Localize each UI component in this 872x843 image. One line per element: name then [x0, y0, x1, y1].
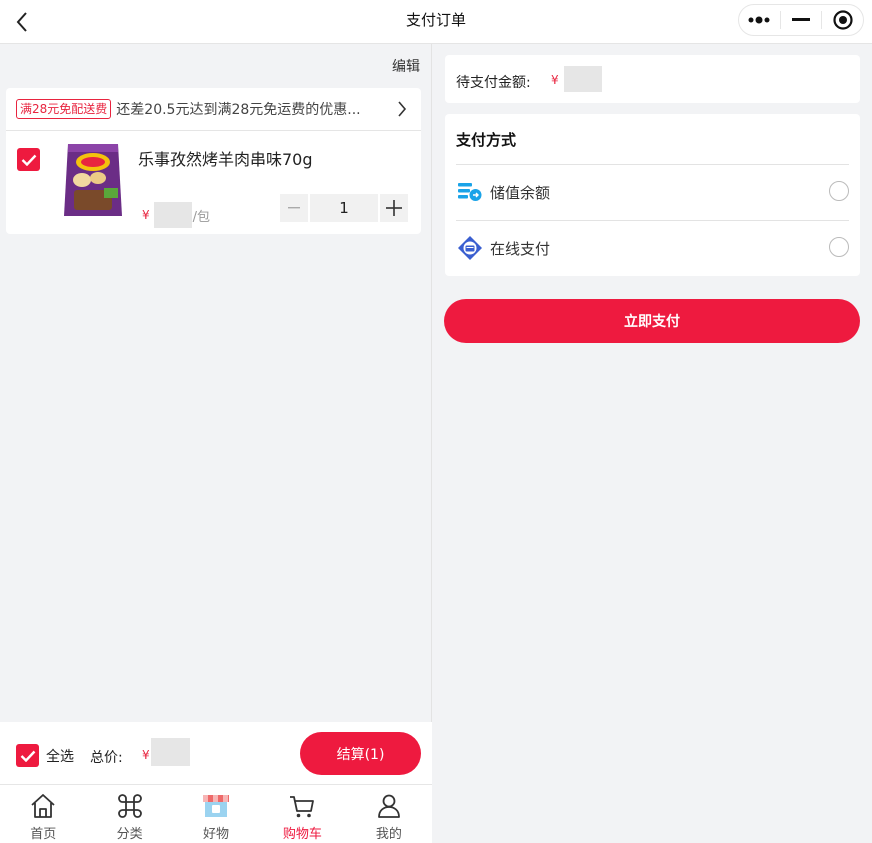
promo-tag: 满28元免配送费	[16, 99, 112, 119]
tab-home[interactable]: 首页	[0, 785, 86, 843]
price-unit: /包	[192, 209, 211, 225]
command-icon	[117, 794, 142, 818]
user-icon	[377, 794, 400, 818]
radio-online[interactable]	[829, 237, 849, 257]
price-currency: ¥	[142, 208, 150, 222]
amount-value-redacted	[564, 66, 602, 92]
tab-cart[interactable]: 购物车	[259, 785, 345, 843]
minimize-button[interactable]	[781, 5, 822, 35]
cart-icon	[290, 796, 315, 818]
item-checkbox[interactable]	[17, 148, 40, 171]
bottom-tab-bar: 首页 分类 好物 购物车 我的	[0, 784, 432, 843]
increase-button[interactable]	[380, 194, 408, 222]
quantity-input[interactable]	[310, 194, 378, 222]
payment-method-title: 支付方式	[456, 131, 517, 149]
close-miniprogram-button[interactable]	[822, 5, 863, 35]
payment-option-online[interactable]: 在线支付	[456, 220, 849, 276]
minus-icon	[288, 207, 300, 209]
more-dots-icon	[748, 16, 770, 24]
payment-pane: 待支付金额: ¥ 支付方式 储值余额 在线支付 立即支付	[433, 44, 872, 843]
tab-label: 好物	[203, 827, 230, 842]
payment-method-card: 支付方式 储值余额 在线支付	[445, 114, 860, 276]
total-value-redacted	[151, 738, 190, 766]
cart-card: 满28元免配送费 还差20.5元达到满28元免运费的优惠... 乐事孜然烤羊肉串…	[6, 88, 421, 234]
plus-icon	[386, 200, 402, 216]
tab-label: 我的	[375, 827, 402, 842]
minus-icon	[792, 18, 810, 21]
mini-program-capsule	[738, 4, 864, 36]
chevron-right-icon	[398, 101, 407, 117]
tab-goods[interactable]: 好物	[173, 785, 259, 843]
top-navigation-bar: 支付订单	[0, 0, 872, 44]
promo-banner[interactable]: 满28元免配送费 还差20.5元达到满28元免运费的优惠...	[6, 88, 421, 131]
cart-item: 乐事孜然烤羊肉串味70g ¥ /包	[6, 132, 421, 234]
amount-label: 待支付金额:	[456, 75, 531, 91]
target-circle-icon	[833, 10, 853, 30]
balance-icon	[458, 183, 482, 201]
more-button[interactable]	[739, 5, 780, 35]
online-pay-icon	[458, 236, 482, 260]
shop-icon	[203, 795, 230, 817]
product-name[interactable]: 乐事孜然烤羊肉串味70g	[138, 146, 313, 170]
tab-label: 分类	[116, 827, 143, 842]
home-icon	[31, 794, 55, 818]
total-currency: ¥	[142, 748, 150, 762]
quantity-stepper	[280, 194, 408, 222]
price-value-redacted	[153, 202, 192, 228]
select-all-label[interactable]: 全选	[46, 746, 74, 766]
amount-card: 待支付金额: ¥	[445, 55, 860, 103]
decrease-button[interactable]	[280, 194, 308, 222]
tab-category[interactable]: 分类	[86, 785, 172, 843]
radio-balance[interactable]	[829, 181, 849, 201]
tab-label: 首页	[30, 827, 57, 842]
payment-option-label: 储值余额	[490, 183, 551, 202]
pay-now-button[interactable]: 立即支付	[444, 299, 860, 343]
tab-label: 购物车	[282, 827, 322, 842]
payment-option-balance[interactable]: 储值余额	[456, 164, 849, 220]
checkmark-icon	[20, 750, 35, 762]
tab-profile[interactable]: 我的	[346, 785, 432, 843]
product-image[interactable]	[60, 140, 126, 220]
product-price: ¥ /包	[142, 202, 210, 228]
checkout-button[interactable]: 结算(1)	[300, 732, 421, 775]
promo-text: 还差20.5元达到满28元免运费的优惠...	[116, 102, 361, 118]
payment-option-label: 在线支付	[490, 239, 551, 258]
cart-pane: 编辑 满28元免配送费 还差20.5元达到满28元免运费的优惠... 乐事孜然烤…	[0, 44, 432, 843]
cart-summary-bar: 全选 总价: ¥ 结算(1)	[0, 722, 432, 784]
checkmark-icon	[21, 154, 36, 166]
select-all-checkbox[interactable]	[16, 744, 39, 767]
total-label: 总价:	[90, 750, 123, 766]
amount-currency: ¥	[551, 73, 559, 87]
edit-button[interactable]: 编辑	[392, 56, 420, 76]
